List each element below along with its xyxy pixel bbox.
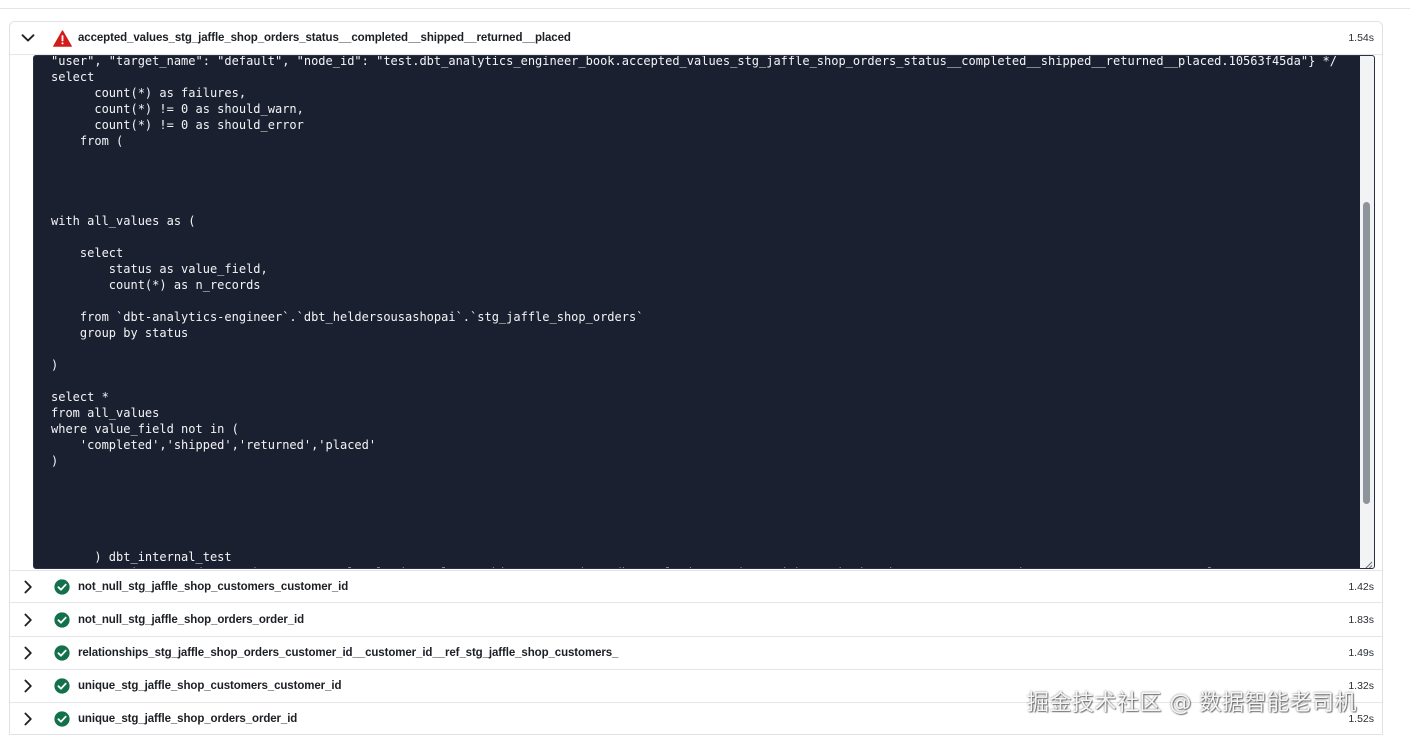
top-divider <box>0 8 1410 9</box>
watermark-text: 掘金技术社区 @ 数据智能老司机 <box>1027 691 1357 716</box>
test-row-not-null-orders[interactable]: not_null_stg_jaffle_shop_orders_order_id… <box>10 604 1382 637</box>
test-name: accepted_values_stg_jaffle_shop_orders_s… <box>78 32 571 44</box>
chevron-right-icon[interactable] <box>10 670 46 703</box>
log-scrollbar[interactable] <box>1360 56 1374 568</box>
scrollbar-thumb[interactable] <box>1363 202 1370 504</box>
check-circle-icon <box>50 637 74 670</box>
test-name: not_null_stg_jaffle_shop_customers_custo… <box>78 580 349 593</box>
check-circle-icon <box>50 570 74 603</box>
test-name: not_null_stg_jaffle_shop_orders_order_id <box>78 614 305 626</box>
test-duration: 1.49s <box>1348 647 1374 659</box>
test-name: unique_stg_jaffle_shop_orders_order_id <box>78 713 298 725</box>
check-circle-icon <box>50 604 74 637</box>
warning-triangle-icon <box>50 22 74 55</box>
resize-grip-icon[interactable] <box>1363 557 1373 568</box>
chevron-right-icon[interactable] <box>10 703 46 735</box>
chevron-right-icon[interactable] <box>10 637 46 670</box>
log-output-panel[interactable]: "user", "target_name": "default", "node_… <box>33 55 1375 569</box>
test-name: relationships_stg_jaffle_shop_orders_cus… <box>78 647 619 659</box>
check-circle-icon <box>50 703 74 735</box>
test-row-relationships[interactable]: relationships_stg_jaffle_shop_orders_cus… <box>10 637 1382 670</box>
log-text: "user", "target_name": "default", "node_… <box>51 55 1337 568</box>
test-duration: 1.83s <box>1348 614 1374 626</box>
test-name: unique_stg_jaffle_shop_customers_custome… <box>78 680 342 692</box>
chevron-right-icon[interactable] <box>10 604 46 637</box>
chevron-down-icon[interactable] <box>10 22 46 55</box>
test-duration: 1.42s <box>1348 580 1374 593</box>
test-results-panel: accepted_values_stg_jaffle_shop_orders_s… <box>9 21 1383 735</box>
chevron-right-icon[interactable] <box>10 570 46 603</box>
test-row-not-null-customers[interactable]: not_null_stg_jaffle_shop_customers_custo… <box>10 570 1382 603</box>
check-circle-icon <box>50 670 74 703</box>
test-duration: 1.54s <box>1348 32 1374 44</box>
test-row-accepted-values[interactable]: accepted_values_stg_jaffle_shop_orders_s… <box>10 22 1382 55</box>
